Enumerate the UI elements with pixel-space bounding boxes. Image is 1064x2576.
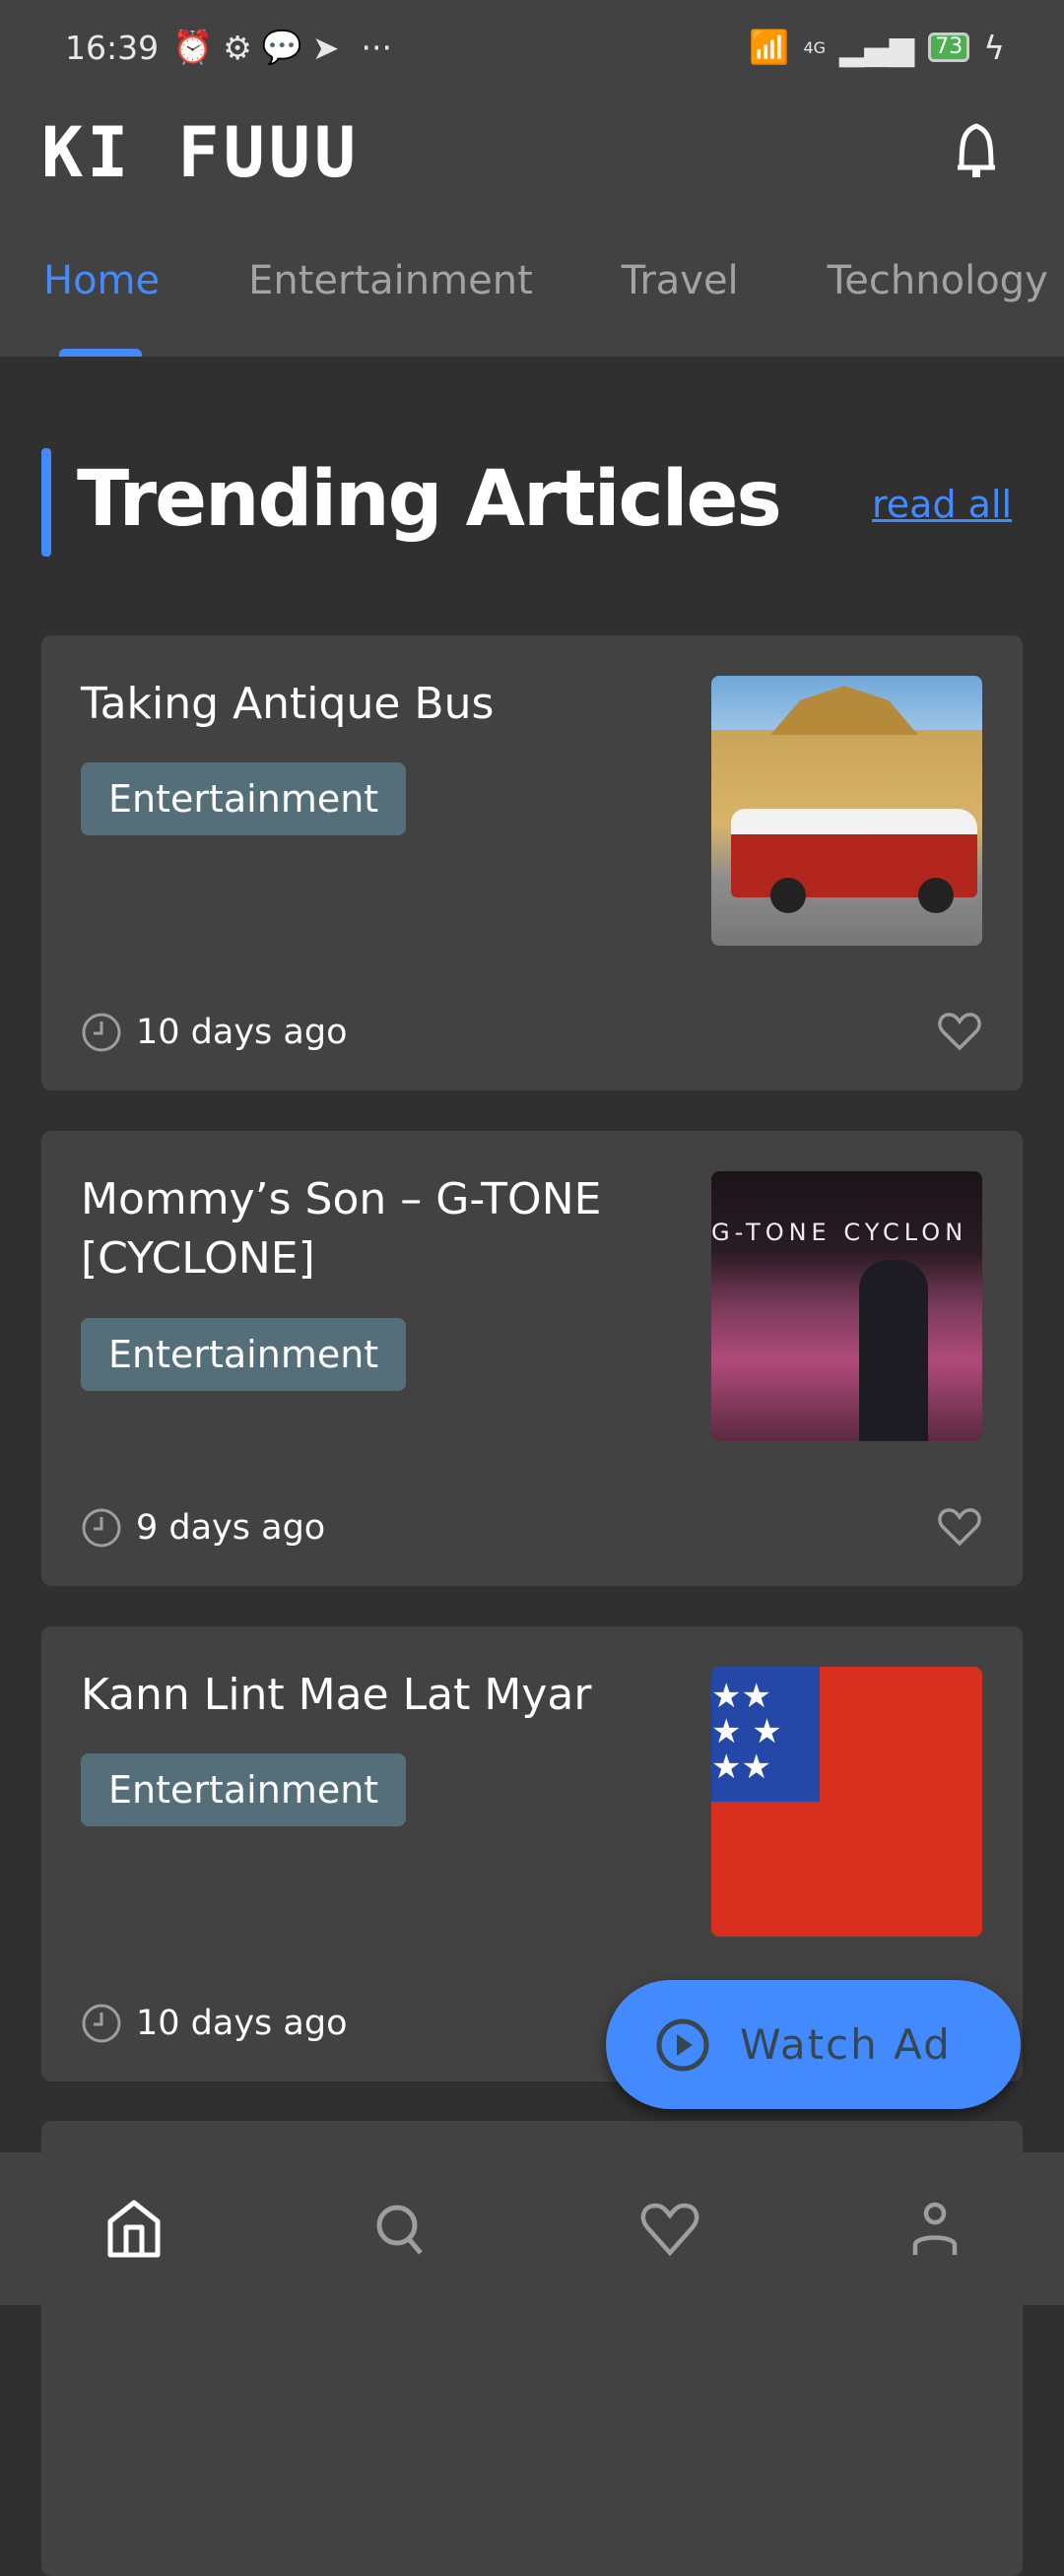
category-tag[interactable]: Entertainment [81, 1753, 407, 1826]
article-thumbnail: G-TONE CYCLON [711, 1171, 982, 1441]
article-card[interactable]: Mommy’s Son – G-TONE [CYCLONE] Entertain… [41, 1131, 1023, 1586]
article-thumbnail [711, 676, 982, 946]
profile-icon[interactable] [911, 2202, 959, 2257]
thumbnail-text: G-TONE CYCLON [711, 1219, 968, 1246]
time-label: 10 days ago [136, 1013, 348, 1052]
clock-icon [82, 1508, 121, 1548]
search-icon[interactable] [373, 2202, 429, 2257]
charging-icon: ϟ [983, 28, 1005, 67]
heart-icon[interactable] [640, 2202, 699, 2257]
category-tag[interactable]: Entertainment [81, 762, 407, 835]
watch-ad-label: Watch Ad [740, 2020, 952, 2069]
status-bar: 16:39 ⏰ ⚙ 💬 ➤ ··· 📶 4G ▂▄▆ 73 ϟ [65, 22, 1005, 73]
article-title: Kann Lint Mae Lat Myar [81, 1670, 592, 1720]
article-title: Mommy’s Son – G-TONE [CYCLONE] [81, 1174, 602, 1284]
time-label: 10 days ago [136, 2004, 348, 2043]
article-title: Taking Antique Bus [81, 679, 495, 729]
clock-icon [82, 2004, 121, 2043]
category-tabs: Home Entertainment Travel Technology [43, 258, 1048, 303]
watch-ad-button[interactable]: Watch Ad [606, 1980, 1021, 2109]
home-icon[interactable] [106, 2200, 162, 2259]
telegram-icon: ➤ [311, 28, 340, 67]
tab-home[interactable]: Home [43, 258, 160, 303]
time-label: 9 days ago [136, 1508, 326, 1548]
article-time: 10 days ago [81, 1012, 347, 1053]
section-title: Trending Articles [77, 455, 782, 544]
bottom-nav [0, 2152, 1064, 2305]
network-type: 4G [803, 37, 827, 57]
tab-technology[interactable]: Technology [828, 258, 1048, 303]
read-all-link[interactable]: read all [872, 483, 1012, 526]
article-time: 9 days ago [81, 1507, 325, 1549]
wifi-icon: 📶 [749, 28, 790, 66]
tab-entertainment[interactable]: Entertainment [248, 258, 533, 303]
message-icon: 💬 [261, 28, 302, 66]
gear-icon: ⚙ [223, 28, 252, 67]
signal-icon: ▂▄▆ [839, 28, 915, 67]
clock-icon [82, 1013, 121, 1052]
article-card[interactable]: Taking Antique Bus Entertainment 10 days… [41, 635, 1023, 1090]
tab-travel[interactable]: Travel [622, 258, 739, 303]
section-accent-bar [41, 448, 51, 557]
article-time: 10 days ago [81, 2003, 347, 2044]
status-time: 16:39 [65, 28, 160, 67]
heart-icon[interactable] [938, 1012, 981, 1051]
alarm-icon: ⏰ [172, 28, 214, 66]
battery-icon: 73 [928, 33, 970, 62]
tab-indicator [59, 349, 142, 357]
category-tag[interactable]: Entertainment [81, 1318, 407, 1391]
more-icon: ··· [361, 28, 393, 67]
bell-icon[interactable] [954, 123, 999, 184]
app-header: 16:39 ⏰ ⚙ 💬 ➤ ··· 📶 4G ▂▄▆ 73 ϟ KI FUUU … [0, 0, 1064, 357]
play-circle-icon [656, 2018, 709, 2071]
app-logo: KI FUUU [41, 112, 361, 193]
article-thumbnail: ★★ ★ ★ ★★ [711, 1667, 982, 1937]
heart-icon[interactable] [938, 1507, 981, 1547]
